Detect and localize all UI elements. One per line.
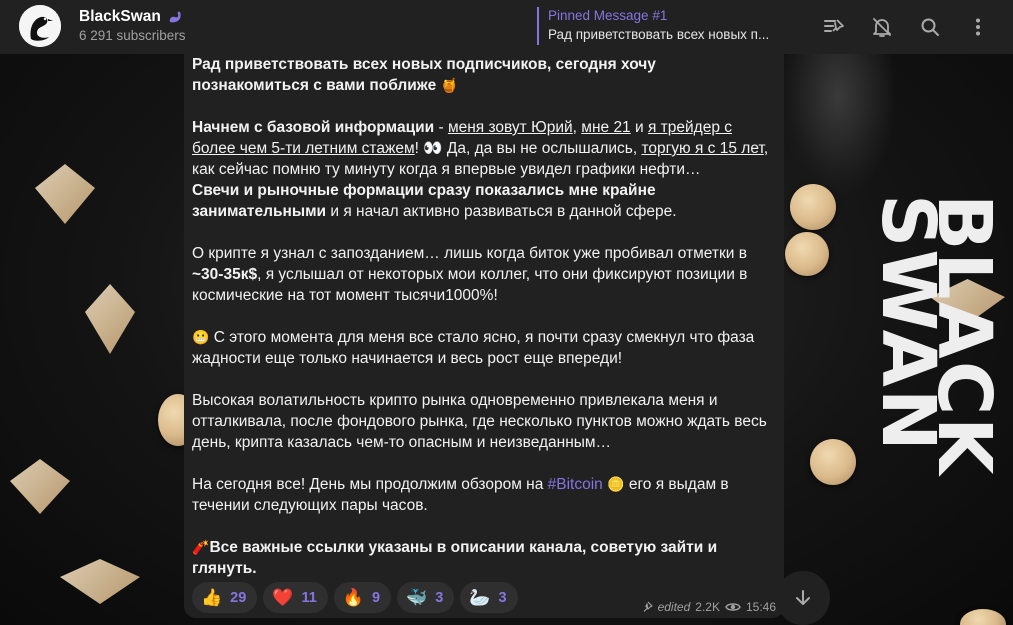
- swan-logo-icon: [19, 5, 61, 47]
- pin-icon: [643, 601, 653, 612]
- black-swan-wallpaper-text: BLACK SWAN: [865, 194, 1007, 477]
- post-paragraph: 🧨Все важные ссылки указаны в описании ка…: [192, 537, 776, 579]
- underlined-text: мне 21: [581, 119, 631, 136]
- reaction-heart[interactable]: ❤️ 11: [263, 582, 328, 613]
- bold-text: ~30-35к$: [192, 266, 258, 283]
- post-paragraph: 😬 С этого момента для меня все стало ясн…: [192, 327, 776, 369]
- swan-icon: [169, 11, 181, 23]
- text: О крипте я узнал с запозданием… лишь ког…: [192, 245, 747, 262]
- pinned-title: Pinned Message #1: [548, 8, 668, 23]
- view-count: 2.2K: [695, 600, 720, 614]
- reaction-thumbs-up[interactable]: 👍 29: [192, 582, 258, 613]
- post-paragraph: На сегодня все! День мы продолжим обзоро…: [192, 474, 776, 516]
- search-button[interactable]: [915, 12, 945, 42]
- text: и я начал активно развиваться в данной с…: [326, 203, 677, 220]
- edited-label: edited: [657, 600, 691, 614]
- reaction-count: 3: [498, 589, 507, 606]
- paper-boat-image: [60, 559, 140, 604]
- thumbs-up-icon: 👍: [201, 587, 223, 607]
- avatar[interactable]: [19, 5, 61, 47]
- chat-header: BlackSwan 6 291 subscribers Pinned Messa…: [0, 0, 1013, 54]
- mute-bell-icon: [873, 18, 891, 37]
- mute-button[interactable]: [867, 12, 897, 42]
- coin-image: [785, 232, 829, 276]
- bitcoin-emoji-icon: 🪙: [607, 476, 625, 492]
- text: На сегодня все! День мы продолжим обзоро…: [192, 476, 548, 493]
- more-button[interactable]: [963, 12, 993, 42]
- arrow-down-icon: [796, 590, 810, 605]
- text: С этого момента для меня все стало ясно,…: [192, 329, 755, 367]
- text: ! 👀 Да, да вы не ослышались,: [414, 140, 642, 157]
- post-time: 15:46: [745, 600, 776, 614]
- paper-boat-image: [85, 284, 135, 354]
- more-vertical-icon: [976, 18, 980, 36]
- text: и: [630, 119, 648, 136]
- channel-title[interactable]: BlackSwan: [79, 8, 183, 26]
- underlined-text: торгую я с 15 лет: [641, 140, 764, 157]
- search-icon: [921, 18, 939, 36]
- post-greeting: Рад приветствовать всех новых подписчико…: [192, 56, 656, 94]
- bold-text: Начнем с базовой информации: [192, 119, 435, 136]
- text: ,: [572, 119, 582, 136]
- post-paragraph: Рад приветствовать всех новых подписчико…: [192, 54, 776, 96]
- fire-icon: 🔥: [342, 587, 364, 607]
- post-paragraph: О крипте я узнал с запозданием… лишь ког…: [192, 243, 776, 306]
- swan-wing-image: [783, 54, 893, 194]
- honey-pot-emoji-icon: 🍯: [440, 77, 458, 93]
- reactions-bar: 👍 29 ❤️ 11 🔥 9 🐳 3 🦢 3: [192, 582, 518, 613]
- reaction-whale[interactable]: 🐳 3: [397, 582, 455, 613]
- coin-image: [810, 439, 856, 485]
- reaction-count: 29: [230, 589, 247, 606]
- reaction-fire[interactable]: 🔥 9: [333, 582, 392, 613]
- whale-icon: 🐳: [406, 587, 428, 607]
- post-text: Рад приветствовать всех новых подписчико…: [192, 54, 776, 579]
- post-paragraph: Начнем с базовой информации - меня зовут…: [192, 117, 776, 222]
- text: Высокая волатильность крипто рынка однов…: [192, 392, 767, 451]
- scroll-to-bottom-button[interactable]: [776, 571, 830, 625]
- reaction-swan[interactable]: 🦢 3: [460, 582, 518, 613]
- subscriber-count: 6 291 subscribers: [79, 28, 186, 43]
- text: , я услышал от некоторых мои коллег, что…: [192, 266, 748, 304]
- pinned-list-icon: [824, 19, 844, 32]
- channel-post[interactable]: Рад приветствовать всех новых подписчико…: [184, 54, 784, 618]
- reaction-count: 9: [372, 589, 381, 606]
- pinned-text: Рад приветствовать всех новых п...: [548, 27, 770, 42]
- channel-name: BlackSwan: [79, 8, 161, 25]
- coin-image: [790, 184, 836, 230]
- paper-boat-image: [35, 164, 95, 224]
- text: -: [434, 119, 448, 136]
- eye-icon: [725, 603, 741, 611]
- reaction-count: 3: [435, 589, 444, 606]
- bold-text: Все важные ссылки указаны в описании кан…: [192, 539, 718, 577]
- firecracker-emoji-icon: 🧨: [192, 539, 210, 555]
- paper-boat-image: [10, 459, 70, 514]
- post-meta: edited 2.2K 15:46: [641, 600, 776, 614]
- post-paragraph: Высокая волатильность крипто рынка однов…: [192, 390, 776, 453]
- grimace-emoji-icon: 😬: [192, 329, 210, 345]
- underlined-text: меня зовут Юрий: [447, 119, 573, 136]
- heart-icon: ❤️: [272, 587, 294, 607]
- swan-icon: 🦢: [469, 587, 491, 607]
- hashtag-link[interactable]: #Bitcoin: [548, 476, 603, 493]
- pinned-list-button[interactable]: [819, 12, 849, 42]
- pinned-message-bar[interactable]: Pinned Message #1 Рад приветствовать все…: [537, 7, 787, 45]
- reaction-count: 11: [301, 589, 317, 606]
